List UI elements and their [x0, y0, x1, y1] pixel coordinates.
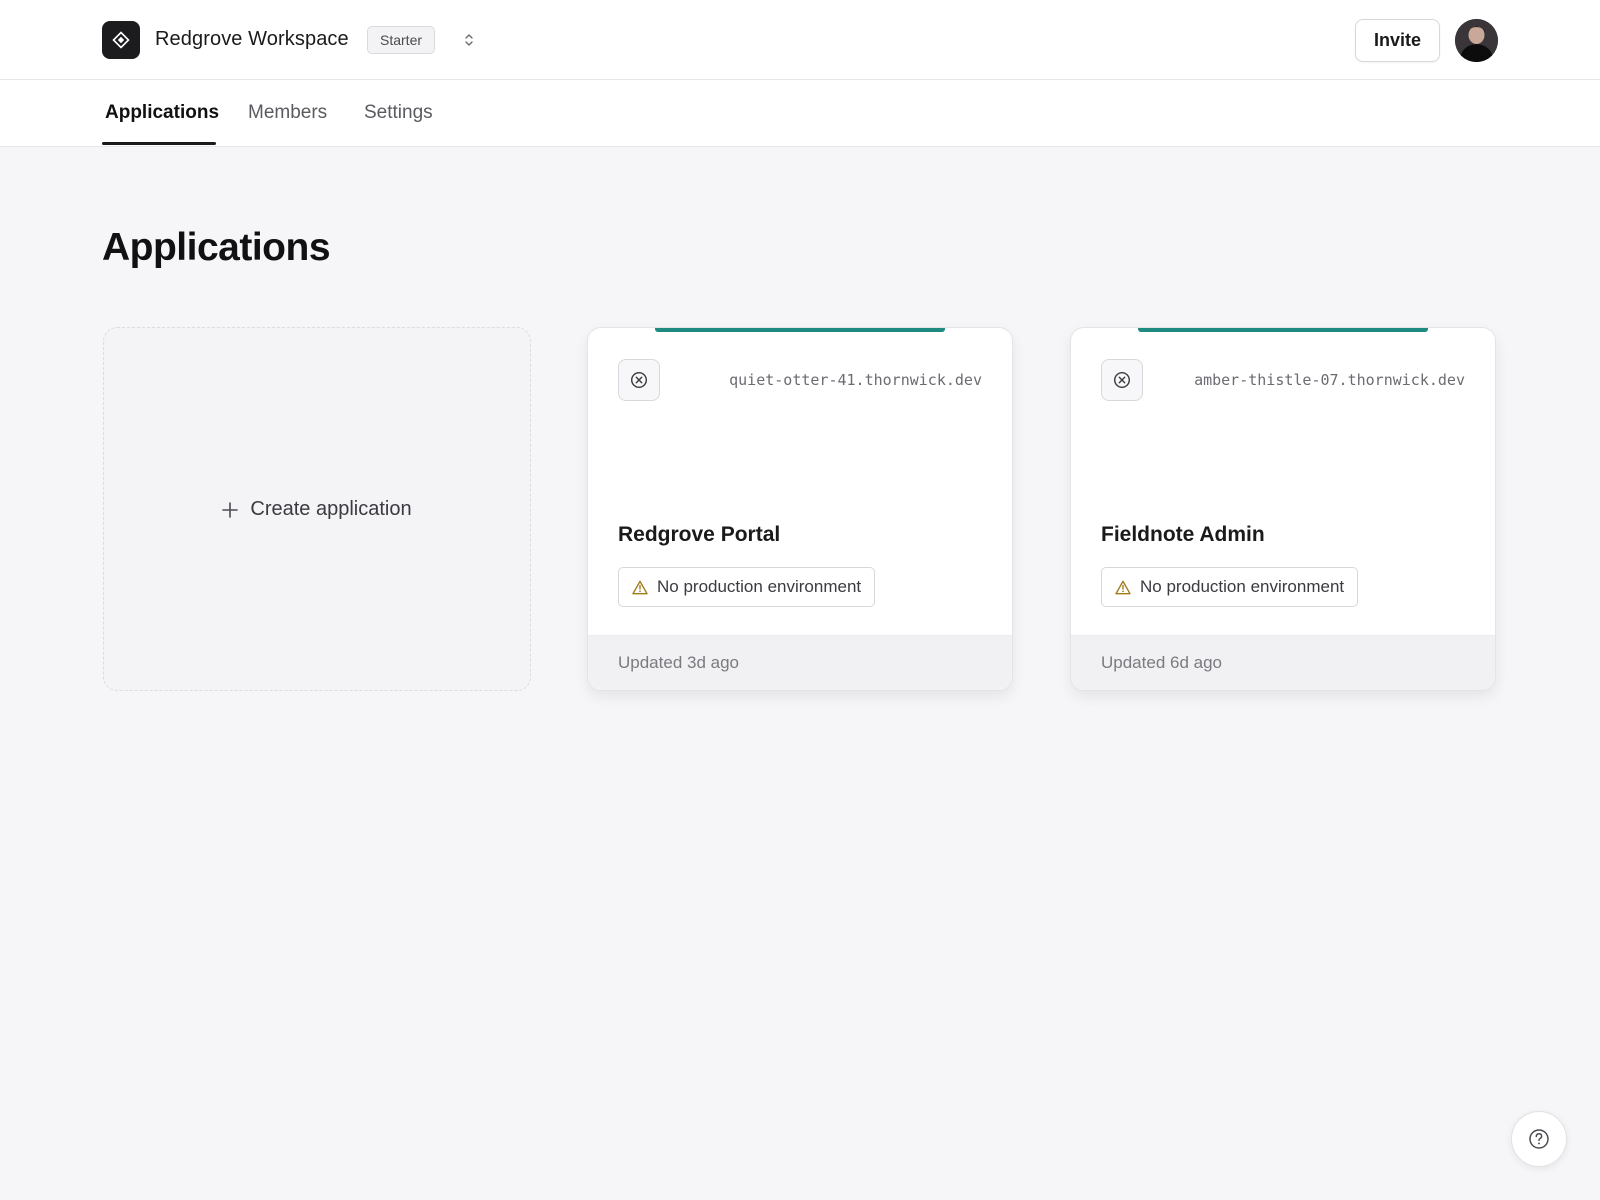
- updated-text: Updated 6d ago: [1101, 653, 1222, 672]
- workspace-logo[interactable]: [102, 21, 140, 59]
- status-button[interactable]: [1101, 359, 1143, 401]
- page-title: Applications: [102, 226, 331, 269]
- card-footer: Updated 6d ago: [1071, 635, 1495, 690]
- accent-bar: [655, 328, 945, 332]
- warning-text: No production environment: [1140, 577, 1345, 596]
- application-card[interactable]: quiet-otter-41.thornwick.dev Redgrove Po…: [587, 327, 1013, 691]
- workspace-name: Redgrove Workspace: [155, 28, 349, 50]
- tab-members[interactable]: Members: [248, 102, 327, 124]
- circle-x-icon: [630, 371, 648, 389]
- application-name: Fieldnote Admin: [1101, 523, 1265, 546]
- user-avatar-image: [1455, 19, 1498, 62]
- card-footer: Updated 3d ago: [588, 635, 1012, 690]
- avatar[interactable]: [1455, 19, 1498, 62]
- tab-bar: Applications Members Settings: [0, 80, 1600, 147]
- active-tab-indicator: [102, 142, 216, 145]
- workspace-switcher[interactable]: [460, 30, 478, 50]
- application-domain[interactable]: quiet-otter-41.thornwick.dev: [729, 371, 982, 389]
- warning-badge: No production environment: [1101, 567, 1359, 607]
- warning-triangle-icon: [632, 580, 648, 594]
- tab-applications[interactable]: Applications: [105, 102, 219, 124]
- application-domain[interactable]: amber-thistle-07.thornwick.dev: [1194, 371, 1465, 389]
- updated-text: Updated 3d ago: [618, 653, 739, 672]
- accent-bar: [1138, 328, 1428, 332]
- warning-text: No production environment: [657, 577, 862, 596]
- top-bar: Redgrove Workspace Starter Invite: [0, 0, 1600, 80]
- help-button[interactable]: [1511, 1111, 1567, 1167]
- create-application-label: Create application: [250, 497, 412, 520]
- chevron-up-down-icon: [465, 34, 473, 46]
- warning-triangle-icon: [1115, 580, 1131, 594]
- tab-settings[interactable]: Settings: [364, 102, 433, 124]
- invite-button[interactable]: Invite: [1355, 19, 1440, 62]
- application-name: Redgrove Portal: [618, 523, 781, 546]
- application-card[interactable]: amber-thistle-07.thornwick.dev Fieldnote…: [1070, 327, 1496, 691]
- plan-badge: Starter: [367, 26, 436, 54]
- circle-x-icon: [1113, 371, 1131, 389]
- warning-badge: No production environment: [618, 567, 876, 607]
- plus-icon: [222, 496, 239, 522]
- help-circle-icon: [1529, 1129, 1549, 1149]
- status-button[interactable]: [618, 359, 660, 401]
- create-application-card[interactable]: Create application: [103, 327, 531, 691]
- diamond-logo-icon: [112, 31, 130, 49]
